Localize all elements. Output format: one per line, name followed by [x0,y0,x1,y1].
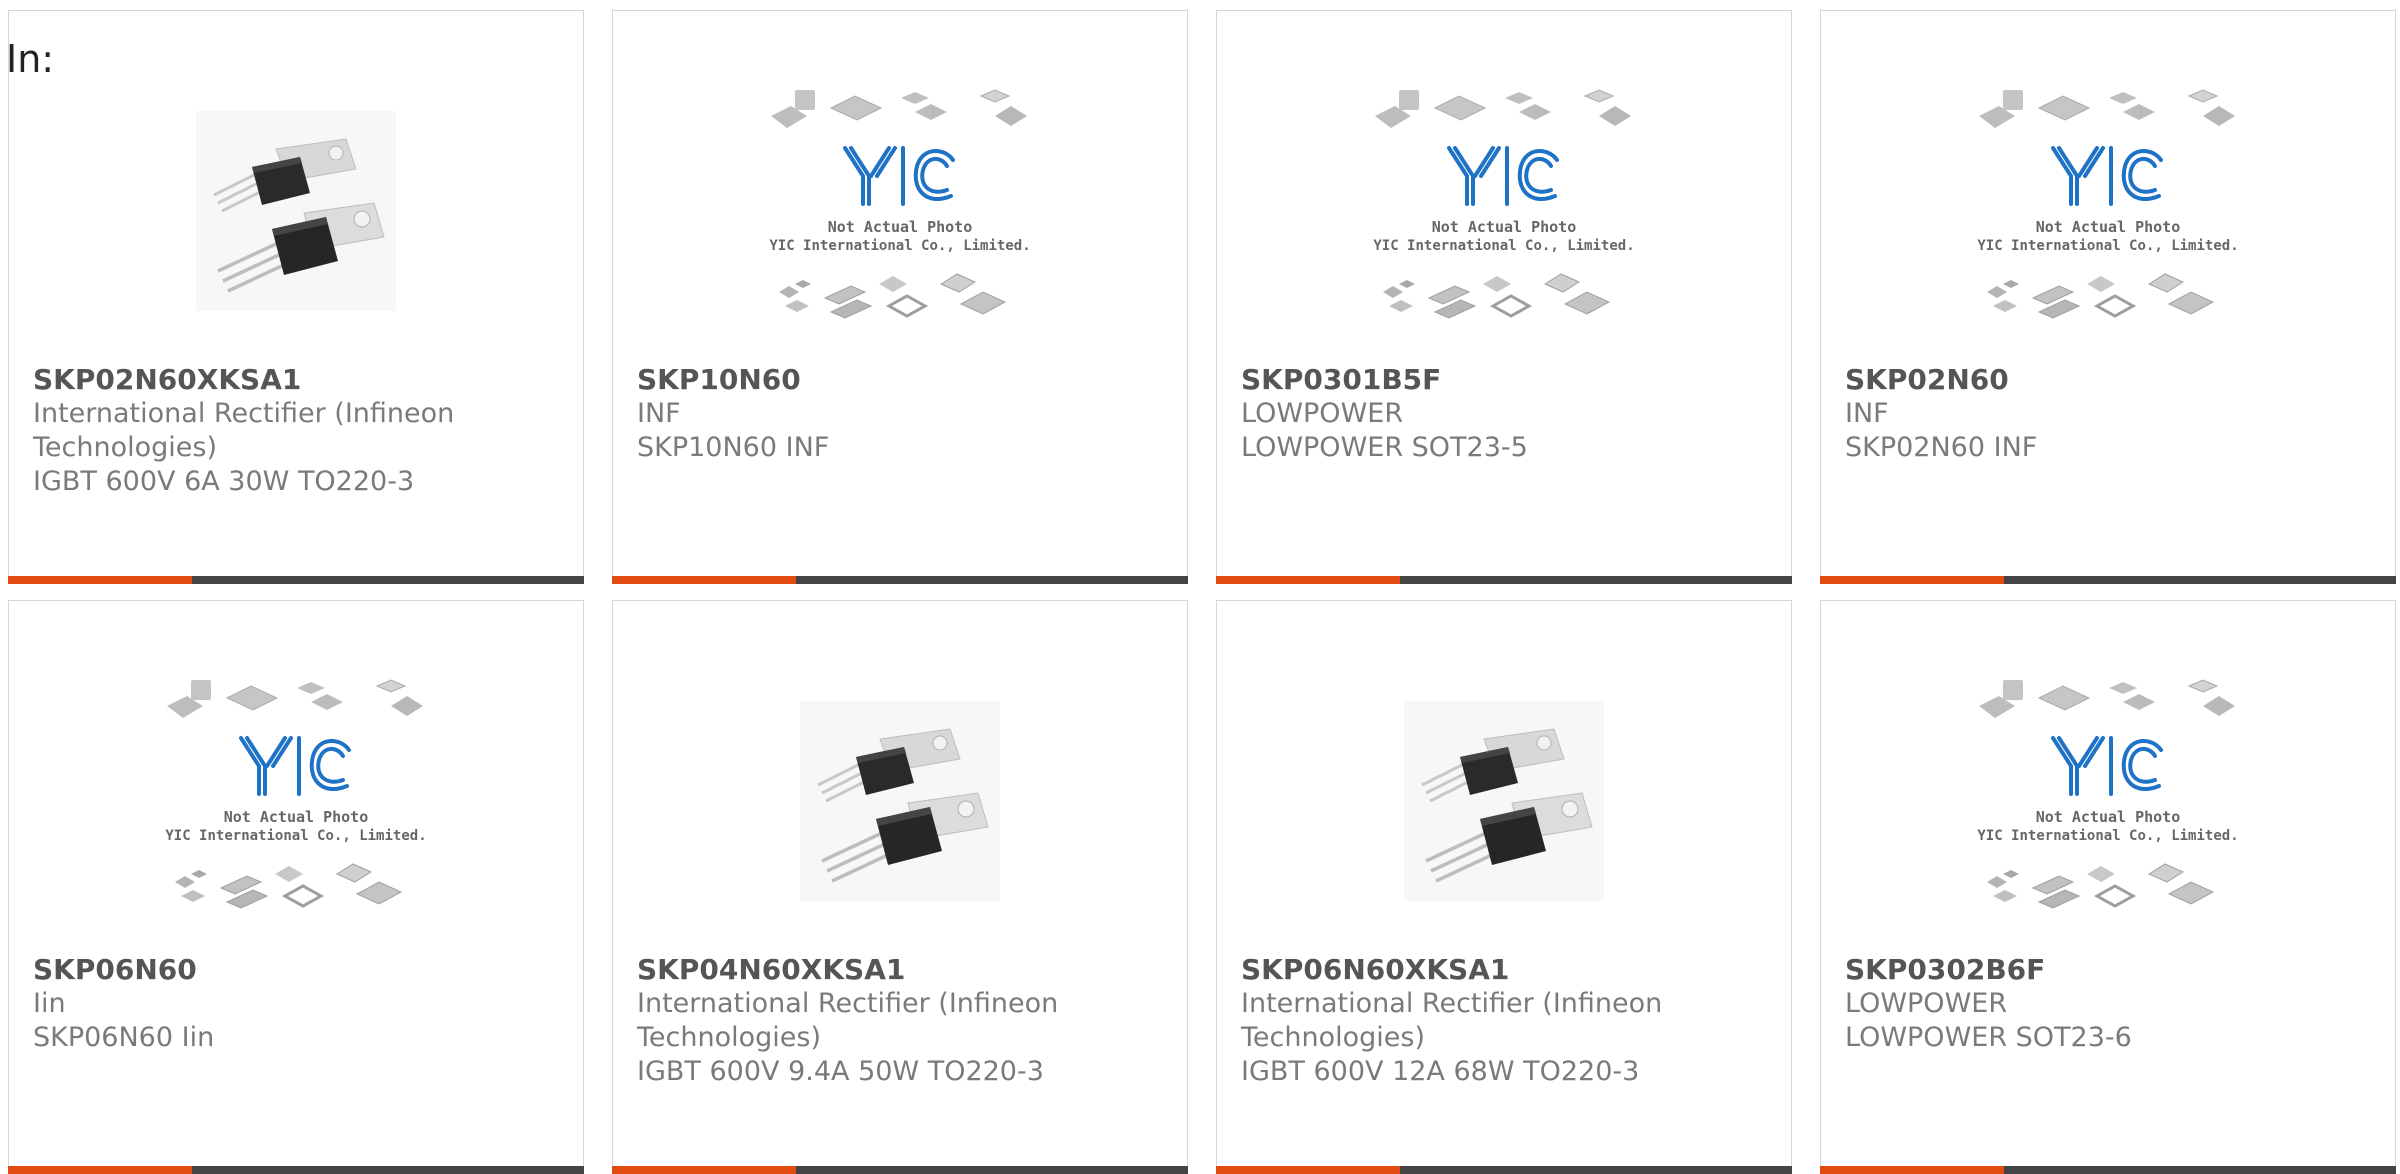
product-description: IGBT 600V 6A 30W TO220-3 [33,466,415,497]
product-card[interactable]: Not Actual Photo YIC International Co., … [8,600,584,1174]
placeholder-line1: Not Actual Photo [2036,218,2181,236]
yic-placeholder-image: Not Actual Photo YIC International Co., … [165,679,427,909]
filter-label: In: [6,37,55,81]
product-part-number[interactable]: SKP10N60 [637,363,1163,397]
card-bottom-bar [8,576,584,584]
placeholder-line2: YIC International Co., Limited. [165,828,426,844]
product-part-number[interactable]: SKP06N60 [33,953,559,987]
product-card[interactable]: Not Actual Photo YIC International Co., … [1820,600,2396,1174]
product-part-number[interactable]: SKP06N60XKSA1 [1241,953,1767,987]
product-manufacturer: LOWPOWER [1241,398,1404,429]
card-accent-stripe [612,576,796,584]
product-thumbnail[interactable]: Not Actual Photo YIC International Co., … [1821,671,2395,931]
product-info: SKP0302B6F LOWPOWER LOWPOWER SOT23-6 [1845,953,2371,1055]
placeholder-line1: Not Actual Photo [1432,218,1577,236]
product-manufacturer: International Rectifier (Infineon Techno… [637,988,1059,1053]
card-accent-stripe [1216,576,1400,584]
card-accent-stripe [1820,576,2004,584]
card-bottom-bar [1820,1166,2396,1174]
product-manufacturer: INF [637,398,681,429]
card-bottom-bar [612,1166,1188,1174]
product-info: SKP02N60 INF SKP02N60 INF [1845,363,2371,465]
placeholder-line2: YIC International Co., Limited. [769,238,1030,254]
product-part-number[interactable]: SKP02N60 [1845,363,2371,397]
product-description: LOWPOWER SOT23-5 [1241,432,1528,463]
placeholder-line2: YIC International Co., Limited. [1977,238,2238,254]
product-description: IGBT 600V 12A 68W TO220-3 [1241,1056,1640,1087]
product-thumbnail[interactable]: Not Actual Photo YIC International Co., … [1821,81,2395,341]
yic-placeholder-image: Not Actual Photo YIC International Co., … [1977,679,2239,909]
card-bottom-bar [1820,576,2396,584]
product-info: SKP06N60 Iin SKP06N60 Iin [33,953,559,1055]
product-info: SKP02N60XKSA1 International Rectifier (In… [33,363,559,499]
to220-package-image [800,701,1000,901]
product-info: SKP10N60 INF SKP10N60 INF [637,363,1163,465]
product-manufacturer: LOWPOWER [1845,988,2008,1019]
product-card[interactable]: SKP04N60XKSA1 International Rectifier (In… [612,600,1188,1174]
card-accent-stripe [8,1166,192,1174]
product-manufacturer: International Rectifier (Infineon Techno… [1241,988,1663,1053]
product-part-number[interactable]: SKP0302B6F [1845,953,2371,987]
to220-package-image [196,111,396,311]
product-description: IGBT 600V 9.4A 50W TO220-3 [637,1056,1044,1087]
product-card[interactable]: SKP02N60XKSA1 International Rectifier (In… [8,10,584,584]
placeholder-line1: Not Actual Photo [828,218,973,236]
product-manufacturer: Iin [33,988,66,1019]
card-accent-stripe [1820,1166,2004,1174]
card-accent-stripe [1216,1166,1400,1174]
product-info: SKP06N60XKSA1 International Rectifier (In… [1241,953,1767,1089]
product-card[interactable]: Not Actual Photo YIC International Co., … [612,10,1188,584]
to220-package-image [1404,701,1604,901]
placeholder-line2: YIC International Co., Limited. [1977,828,2238,844]
placeholder-line1: Not Actual Photo [224,808,369,826]
product-thumbnail[interactable] [9,81,583,341]
yic-placeholder-image: Not Actual Photo YIC International Co., … [1977,89,2239,319]
card-bottom-bar [1216,1166,1792,1174]
product-description: SKP06N60 Iin [33,1022,215,1053]
card-accent-stripe [612,1166,796,1174]
product-part-number[interactable]: SKP02N60XKSA1 [33,363,559,397]
product-description: SKP02N60 INF [1845,432,2038,463]
product-card[interactable]: Not Actual Photo YIC International Co., … [1820,10,2396,584]
product-manufacturer: INF [1845,398,1889,429]
product-card[interactable]: SKP06N60XKSA1 International Rectifier (In… [1216,600,1792,1174]
product-thumbnail[interactable]: Not Actual Photo YIC International Co., … [1217,81,1791,341]
card-bottom-bar [612,576,1188,584]
product-description: LOWPOWER SOT23-6 [1845,1022,2132,1053]
product-card[interactable]: Not Actual Photo YIC International Co., … [1216,10,1792,584]
card-bottom-bar [1216,576,1792,584]
card-bottom-bar [8,1166,584,1174]
card-accent-stripe [8,576,192,584]
product-thumbnail[interactable]: Not Actual Photo YIC International Co., … [9,671,583,931]
product-manufacturer: International Rectifier (Infineon Techno… [33,398,455,463]
product-description: SKP10N60 INF [637,432,830,463]
yic-placeholder-image: Not Actual Photo YIC International Co., … [769,89,1031,319]
product-info: SKP04N60XKSA1 International Rectifier (In… [637,953,1163,1089]
placeholder-line2: YIC International Co., Limited. [1373,238,1634,254]
product-thumbnail[interactable] [1217,671,1791,931]
product-part-number[interactable]: SKP04N60XKSA1 [637,953,1163,987]
placeholder-line1: Not Actual Photo [2036,808,2181,826]
product-thumbnail[interactable]: Not Actual Photo YIC International Co., … [613,81,1187,341]
product-info: SKP0301B5F LOWPOWER LOWPOWER SOT23-5 [1241,363,1767,465]
product-thumbnail[interactable] [613,671,1187,931]
yic-placeholder-image: Not Actual Photo YIC International Co., … [1373,89,1635,319]
product-part-number[interactable]: SKP0301B5F [1241,363,1767,397]
